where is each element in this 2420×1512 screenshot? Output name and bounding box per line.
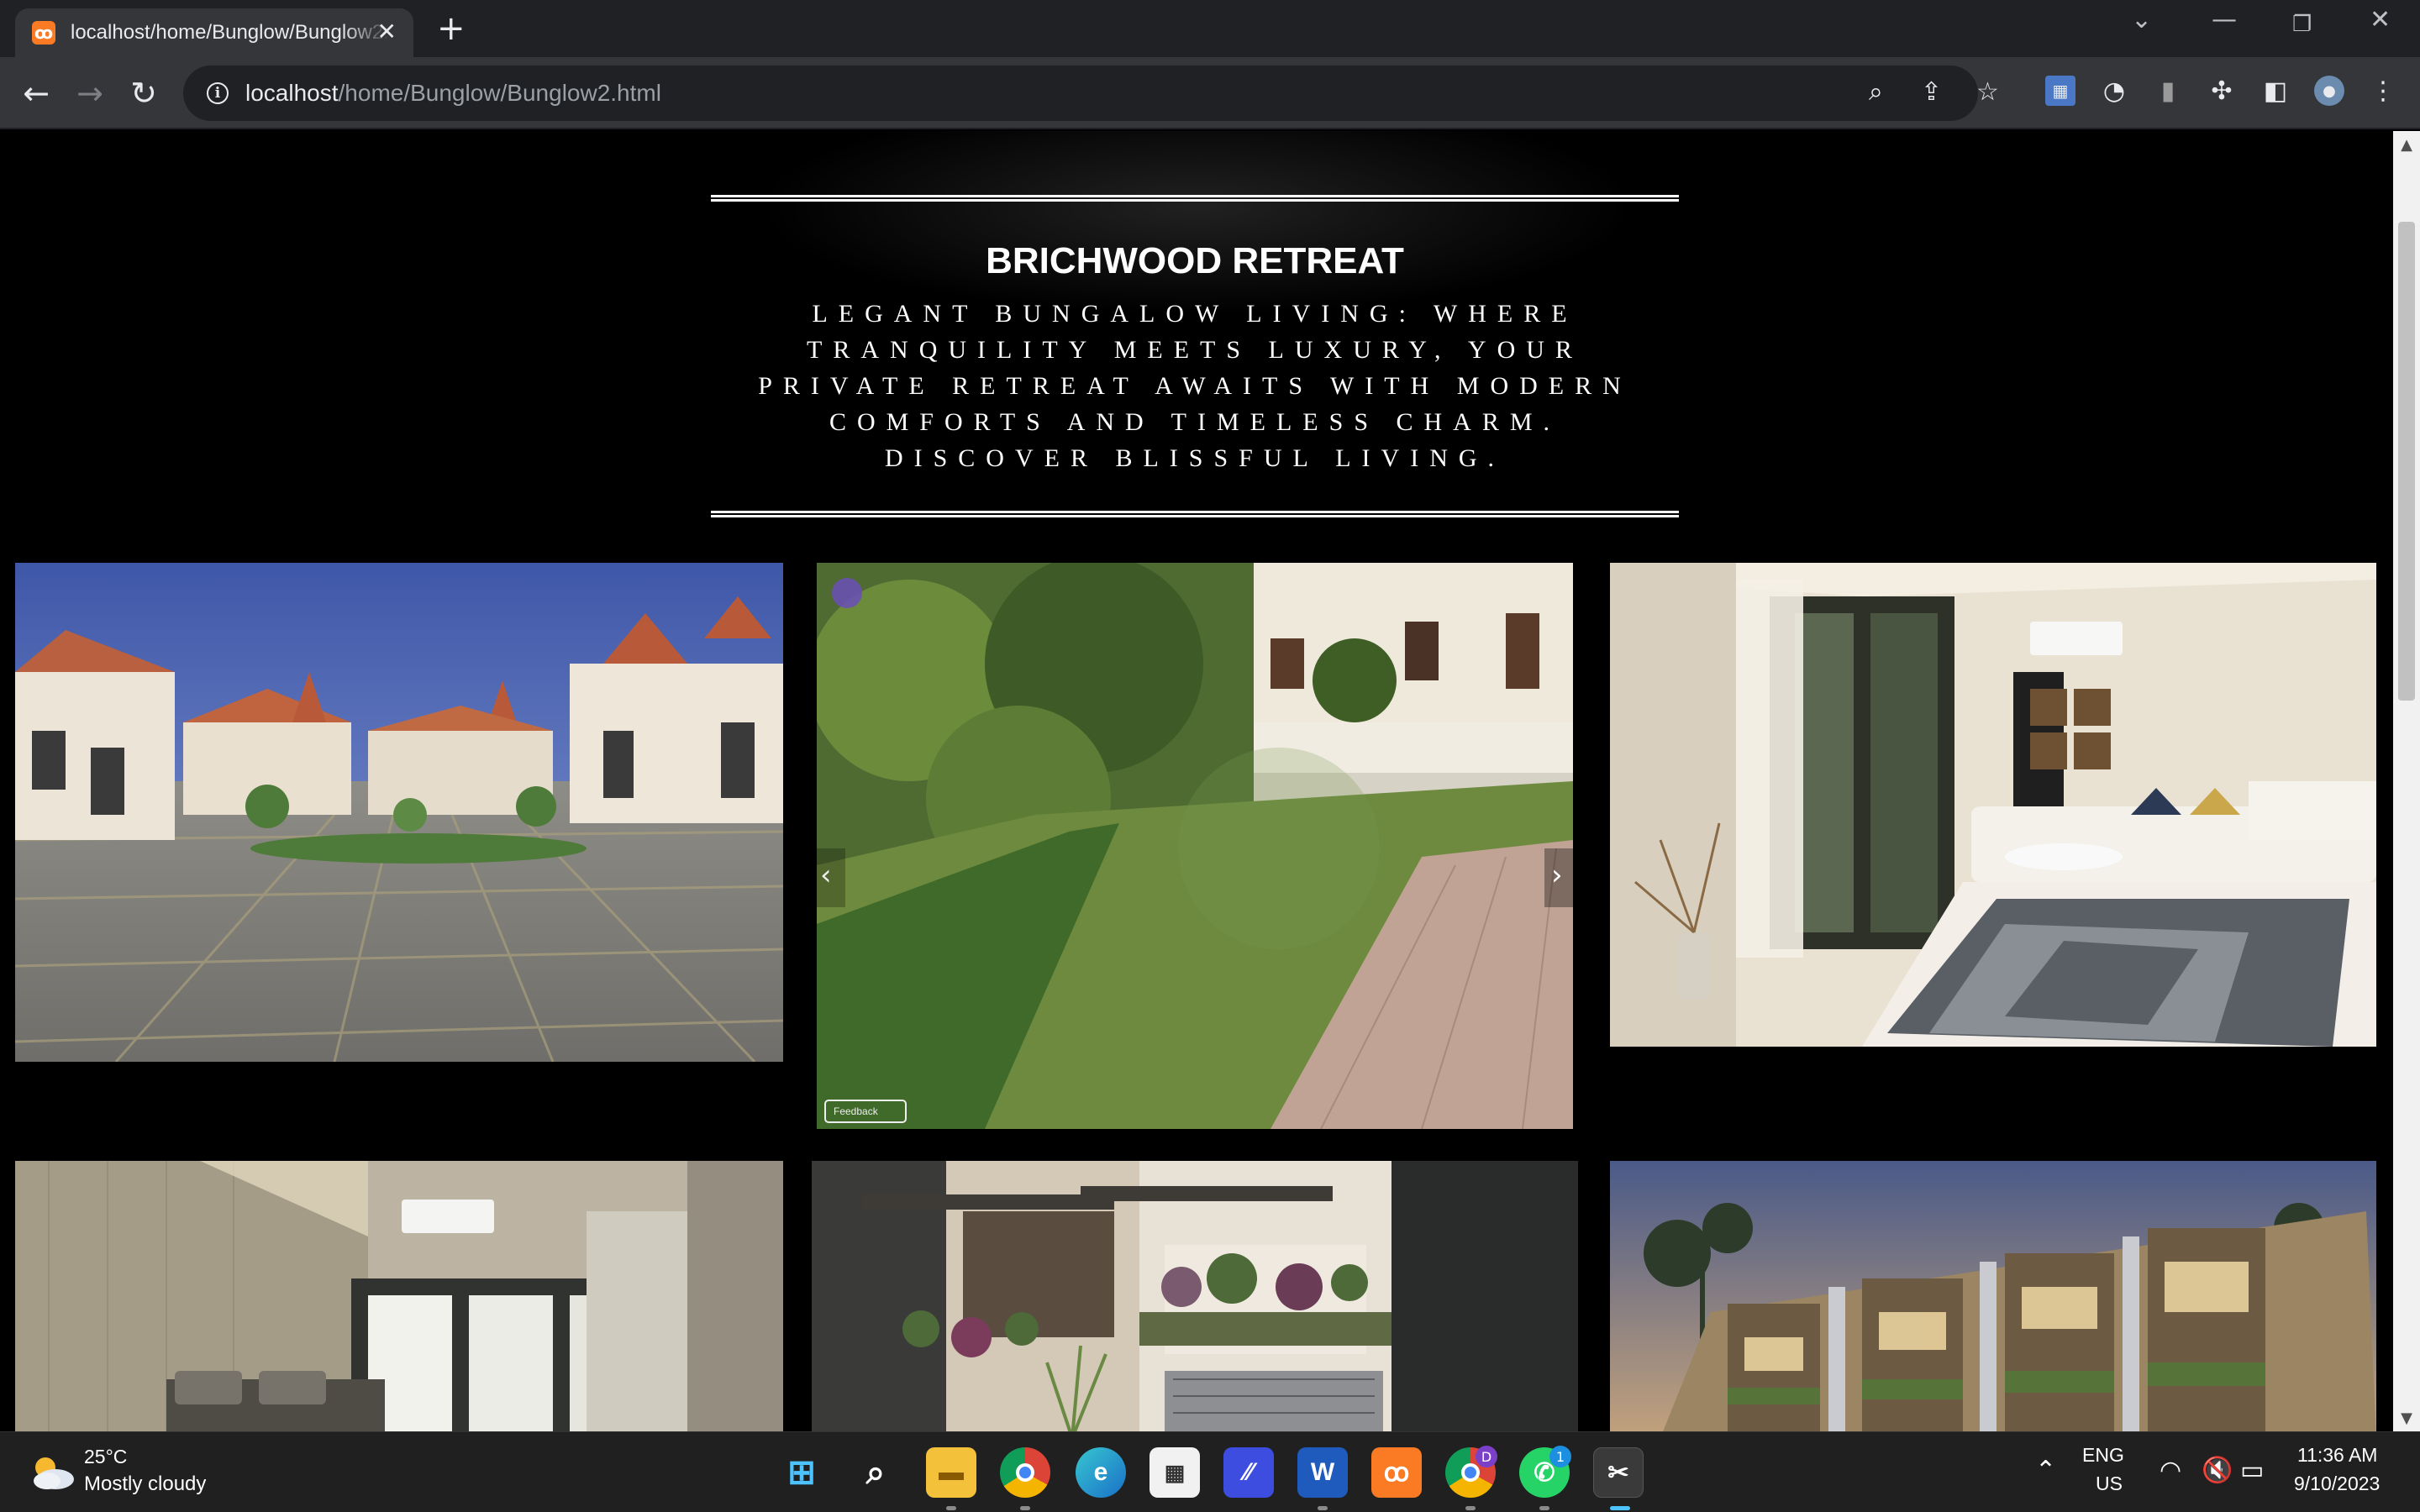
vscode-style-app-icon[interactable]: ⁄⁄ [1223,1447,1274,1498]
tab-title: localhost/home/Bunglow/Bunglow2.html [71,21,390,44]
battery-charging-icon[interactable]: ▭ [2240,1456,2264,1485]
language-indicator-top[interactable]: ENG [2082,1444,2124,1467]
chrome-icon[interactable] [1000,1447,1050,1498]
clock-date[interactable]: 9/10/2023 [2294,1473,2380,1495]
gallery-prev-arrow[interactable]: ‹ [820,858,832,892]
chrome-menu-icon[interactable]: ⋮ [2368,76,2398,106]
gallery-photo-row-houses[interactable] [1610,1161,2376,1431]
weather-temperature[interactable]: 25°C [84,1446,127,1468]
file-explorer-icon[interactable]: ▬ [926,1447,976,1498]
scroll-up-arrow-icon[interactable]: ▲ [2393,131,2420,158]
page-title: BRICHWOOD RETREAT [986,240,1404,281]
hero-top-rule [711,195,1679,202]
speaker-muted-icon[interactable]: 🔇 [2202,1456,2233,1485]
page-subtitle: LEGANT BUNGALOW LIVING: WHERE TRANQUILIT… [758,300,1632,472]
windows-taskbar: 25°C Mostly cloudy ⊞ ⌕ ▬ e ▦ ⁄⁄ W ꝏ D ✆ … [0,1431,2420,1512]
scroll-down-arrow-icon[interactable]: ▼ [2393,1404,2420,1431]
extension-speed-icon[interactable]: ◔ [2099,76,2129,106]
search-icon[interactable]: ⌕ [850,1447,901,1498]
language-indicator-bottom[interactable]: US [2096,1473,2123,1495]
restore-icon[interactable]: ❐ [2292,12,2312,37]
bookmark-star-icon[interactable]: ☆ [1976,77,1999,107]
site-info-icon[interactable]: i [207,82,229,104]
show-hidden-icons-chevron-icon[interactable]: ⌃ [2035,1456,2056,1485]
url-text[interactable]: localhost/home/Bunglow/Bunglow2.html [245,80,661,107]
back-icon[interactable]: ← [15,72,57,114]
weather-description[interactable]: Mostly cloudy [84,1473,206,1496]
wifi-icon[interactable]: ◠ [2160,1456,2181,1485]
xampp-icon: ꝏ [32,21,55,45]
gallery-photo-garden-lawn[interactable]: ‹ › Feedback [817,563,1573,1129]
extension-bottle-icon[interactable]: ▮ [2153,76,2183,106]
forward-icon[interactable]: → [69,72,111,114]
page-scrollbar[interactable]: ▲ ▼ [2393,131,2420,1431]
chrome-running-indicator [1020,1506,1030,1510]
profile-avatar[interactable]: ● [2314,76,2344,106]
extension-screenshot-icon[interactable]: ▦ [2045,76,2075,106]
file-explorer-running-indicator [946,1506,956,1510]
reload-icon[interactable]: ↻ [123,72,165,114]
gallery-photo-facade-balconies[interactable] [812,1161,1578,1431]
gallery-feedback-button[interactable]: Feedback [834,1105,878,1117]
minimize-icon[interactable]: — [2212,5,2237,34]
clock-time[interactable]: 11:36 AM [2297,1444,2377,1467]
extensions-puzzle-icon[interactable]: ✣ [2207,76,2237,106]
gallery-photo-bedroom[interactable] [15,1161,783,1431]
xampp-taskbar-icon[interactable]: ꝏ [1371,1447,1422,1498]
url-host: localhost [245,80,339,106]
hero-glow [756,131,1639,316]
close-tab-icon[interactable]: ✕ [377,18,397,45]
gallery-photo-living-room[interactable] [1610,563,2376,1047]
word-icon[interactable]: W [1297,1447,1348,1498]
window-close-icon[interactable]: ✕ [2370,5,2391,34]
edge-icon[interactable]: e [1076,1447,1126,1498]
scrollbar-thumb[interactable] [2398,222,2415,701]
share-icon[interactable]: ⇪ [1921,77,1942,107]
page-viewport: BRICHWOOD RETREAT LEGANT BUNGALOW LIVING… [0,131,2393,1431]
word-running-indicator [1318,1506,1328,1510]
whatsapp-running-indicator [1539,1506,1549,1510]
zoom-icon[interactable]: ⌕ [1869,77,1883,107]
gallery-photo-exterior-courtyard[interactable] [15,563,783,1062]
tab-search-chevron-icon[interactable]: ⌄ [2131,5,2152,34]
snipping-tool-active-indicator [1610,1506,1630,1510]
whatsapp-notification-badge: 1 [1549,1446,1571,1467]
new-tab-icon[interactable]: + [437,8,466,49]
chrome-profile-running-indicator [1465,1506,1476,1510]
side-panel-icon[interactable]: ◧ [2260,76,2291,106]
gallery-next-arrow[interactable]: › [1551,858,1563,892]
snipping-tool-icon[interactable]: ✂ [1593,1447,1644,1498]
url-path: /home/Bunglow/Bunglow2.html [338,80,661,106]
hero-bottom-rule [711,511,1679,517]
address-bar[interactable]: i localhost/home/Bunglow/Bunglow2.html ⌕… [183,66,1999,121]
browser-tab-strip: ꝏ localhost/home/Bunglow/Bunglow2.html ✕… [0,0,2420,57]
windows-start-icon[interactable]: ⊞ [776,1447,827,1498]
browser-tab-active[interactable]: ꝏ localhost/home/Bunglow/Bunglow2.html ✕ [15,8,413,57]
cloudy-weather-icon[interactable] [27,1451,77,1493]
chrome-profile-badge: D [1476,1446,1497,1467]
microsoft-store-icon[interactable]: ▦ [1150,1447,1200,1498]
